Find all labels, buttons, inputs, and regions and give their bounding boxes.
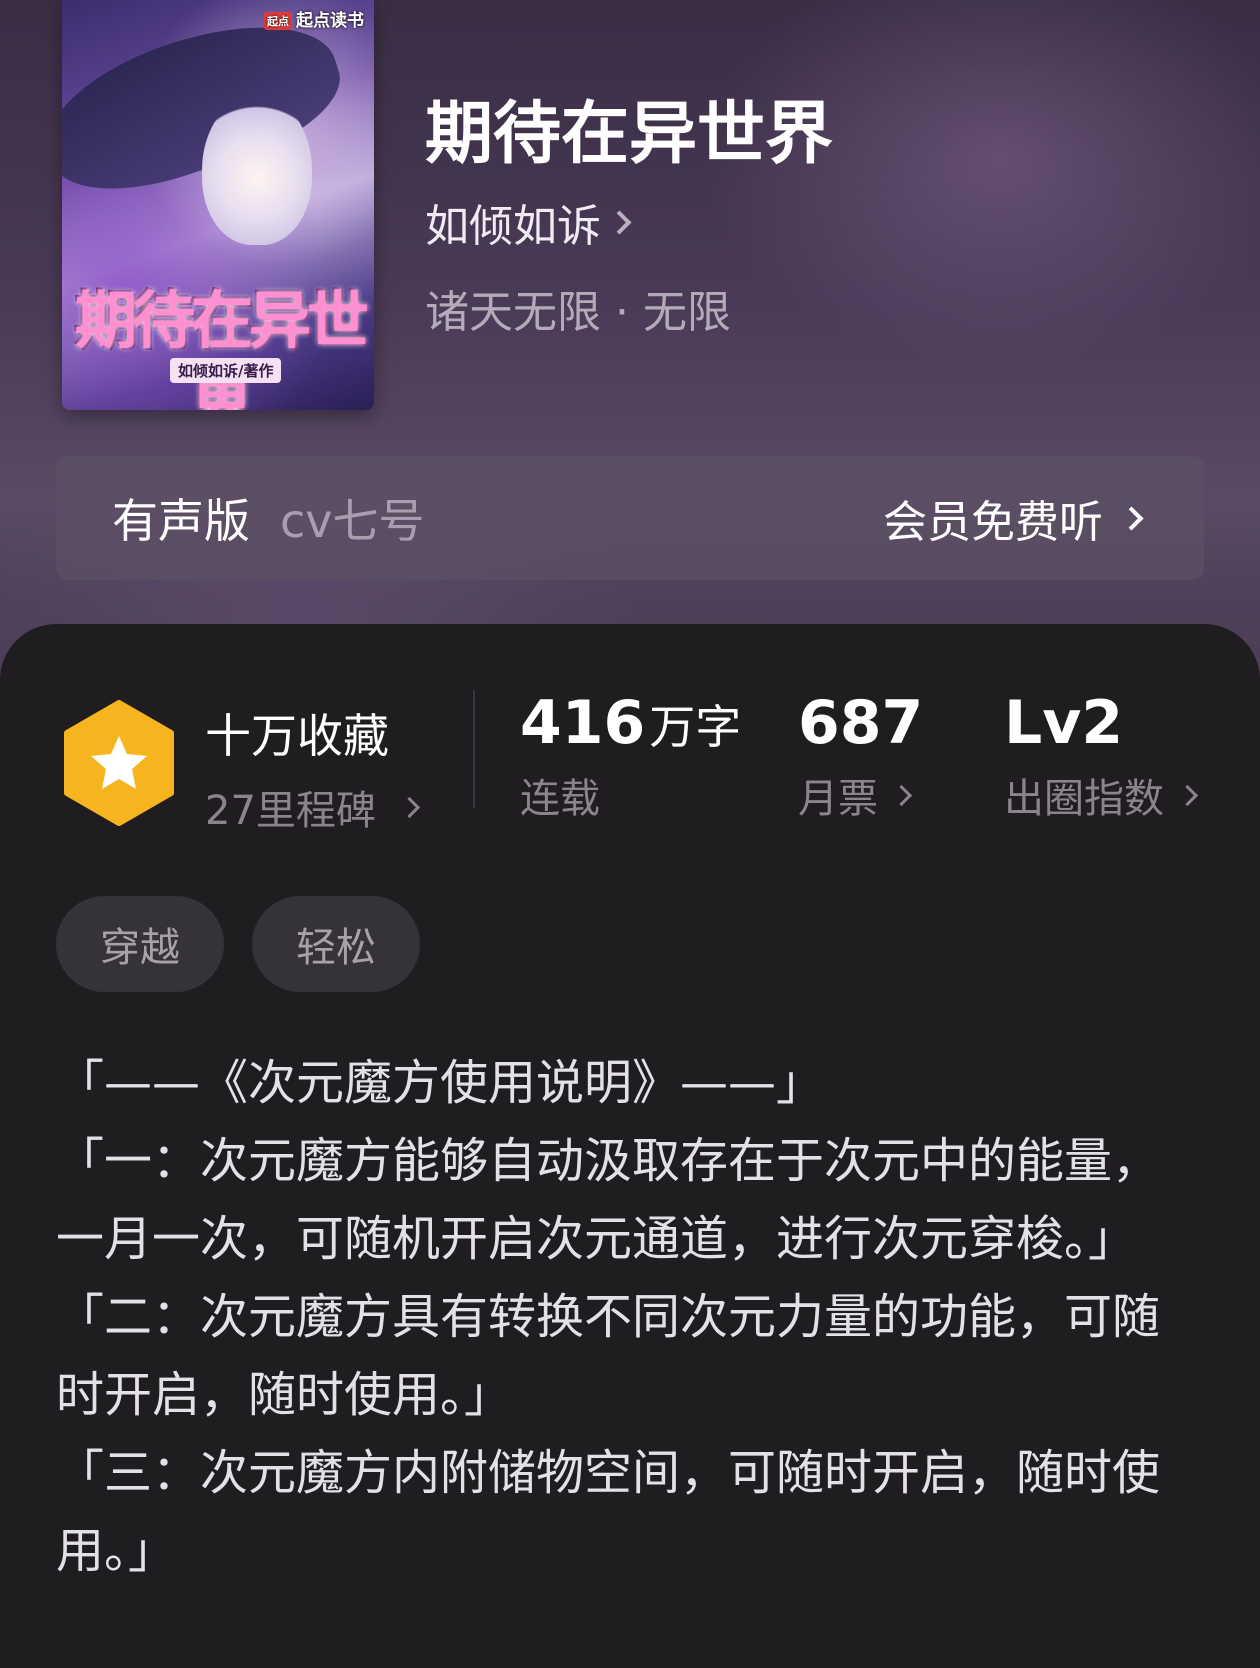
cover-brand-mark: 起点 bbox=[264, 12, 292, 30]
collection-title: 十万收藏 bbox=[205, 709, 389, 763]
audiobook-narrator: cv七号 bbox=[280, 494, 425, 548]
author-name: 如倾如诉 bbox=[425, 201, 601, 252]
tag-chip[interactable]: 穿越 bbox=[56, 896, 224, 992]
description-line: 「——《次元魔方使用说明》——」 bbox=[56, 1055, 825, 1111]
star-badge-icon bbox=[64, 700, 174, 826]
listen-free-label: 会员免费听 bbox=[883, 497, 1103, 548]
collection-milestone[interactable]: 十万收藏 27里程碑 bbox=[205, 700, 421, 836]
audiobook-label: 有声版 bbox=[112, 494, 250, 548]
influence-index-value: Lv2 bbox=[1004, 688, 1124, 758]
description-line: 「二：次元魔方具有转换不同次元力量的功能，可随时开启，随时使用。」 bbox=[56, 1289, 1161, 1423]
stats-divider bbox=[473, 690, 475, 808]
book-description[interactable]: 「——《次元魔方使用说明》——」 「一：次元魔方能够自动汲取存在于次元中的能量，… bbox=[56, 1044, 1206, 1590]
serial-status: 连载 bbox=[520, 776, 600, 822]
cover-author: 如倾如诉/著作 bbox=[170, 358, 282, 383]
chevron-right-icon bbox=[1176, 784, 1199, 806]
book-cover[interactable]: 起点起点读书 期待在异世界 如倾如诉/著作 bbox=[62, 0, 374, 410]
word-count-value: 416 bbox=[520, 688, 646, 758]
chevron-right-icon bbox=[890, 784, 913, 806]
listen-free-button[interactable]: 会员免费听 bbox=[883, 486, 1144, 550]
author-link[interactable]: 如倾如诉 bbox=[425, 190, 632, 254]
chevron-right-icon bbox=[1119, 505, 1144, 531]
cover-art-character bbox=[202, 95, 312, 245]
word-count-stat: 416万字 连载 bbox=[520, 690, 741, 824]
audiobook-bar[interactable]: 有声版 cv七号 会员免费听 bbox=[56, 456, 1204, 580]
description-line: 「三：次元魔方内附储物空间，可随时开启，随时使用。」 bbox=[56, 1445, 1161, 1579]
tag-chip[interactable]: 轻松 bbox=[252, 896, 420, 992]
milestone-count: 27里程碑 bbox=[205, 788, 376, 834]
chevron-right-icon bbox=[398, 796, 421, 818]
chevron-right-icon bbox=[607, 209, 632, 235]
monthly-votes-value: 687 bbox=[798, 688, 924, 758]
book-title: 期待在异世界 bbox=[425, 94, 834, 174]
word-count-unit: 万字 bbox=[649, 700, 742, 754]
cover-title: 期待在异世界 bbox=[74, 284, 369, 410]
influence-index-label: 出圈指数 bbox=[1004, 776, 1164, 822]
influence-index-stat[interactable]: Lv2 出圈指数 bbox=[1004, 688, 1199, 824]
monthly-votes-label: 月票 bbox=[798, 776, 878, 822]
cover-brand: 起点 起点读书 bbox=[264, 6, 364, 31]
monthly-votes-stat[interactable]: 687 月票 bbox=[798, 690, 923, 824]
book-genre: 诸天无限 · 无限 bbox=[425, 287, 731, 338]
cover-brand-text: 起点读书 bbox=[296, 11, 364, 31]
description-line: 「一：次元魔方能够自动汲取存在于次元中的能量，一月一次，可随机开启次元通道，进行… bbox=[56, 1133, 1161, 1267]
